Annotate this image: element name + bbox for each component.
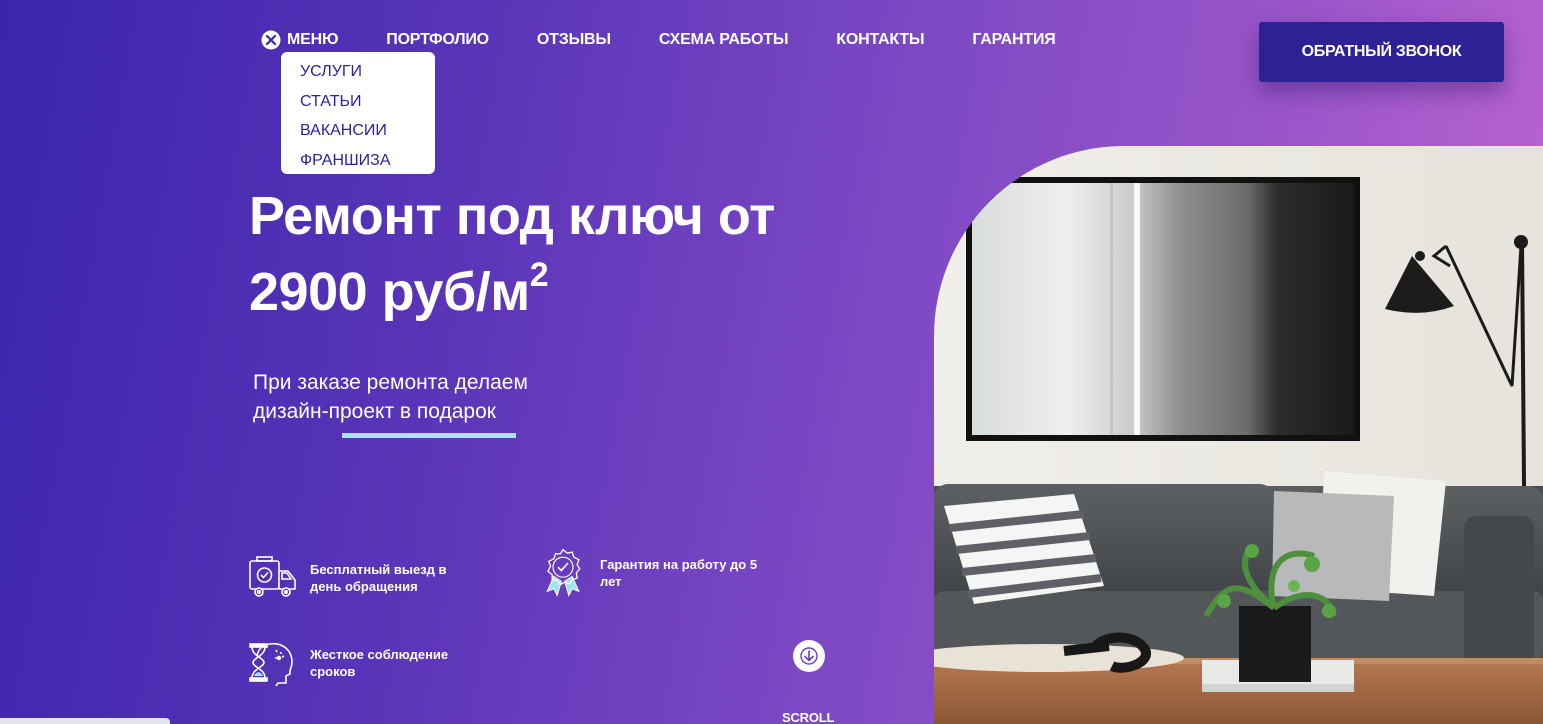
feature-warranty-text: Гарантия на работу до 5 лет xyxy=(600,557,758,589)
warranty-badge-icon xyxy=(546,548,581,597)
nav-link-contacts[interactable]: КОНТАКТЫ xyxy=(836,31,924,49)
callback-button[interactable]: ОБРАТНЫЙ ЗВОНОК xyxy=(1259,22,1504,82)
bottom-bar xyxy=(0,718,170,724)
hero-title-superscript: 2 xyxy=(529,256,549,294)
menu-toggle[interactable]: МЕНЮ xyxy=(261,30,338,50)
hero-title-line2: 2900 руб/м xyxy=(249,262,530,322)
dropdown-item-franchise[interactable]: ФРАНШИЗА xyxy=(300,146,435,176)
scroll-label: SCROLL xyxy=(782,710,835,724)
hero-subtitle: При заказе ремонта делаем дизайн-проект … xyxy=(253,371,528,423)
main-nav: МЕНЮ ПОРТФОЛИО ОТЗЫВЫ СХЕМА РАБОТЫ КОНТА… xyxy=(261,30,1056,50)
subtitle-underline xyxy=(342,433,516,438)
hero-title-line1: Ремонт под ключ от xyxy=(249,186,775,246)
menu-dropdown: УСЛУГИ СТАТЬИ ВАКАНСИИ ФРАНШИЗА xyxy=(281,52,435,174)
hero-photo xyxy=(934,146,1543,724)
feature-deadlines: Жесткое соблюдение сроков xyxy=(248,638,470,688)
dropdown-item-vacancies[interactable]: ВАКАНСИИ xyxy=(300,116,435,146)
hero-title: Ремонт под ключ от 2900 руб/м2 xyxy=(249,178,849,330)
close-icon[interactable] xyxy=(261,30,281,50)
truck-icon xyxy=(249,556,296,597)
scroll-down-button[interactable] xyxy=(793,640,825,672)
feature-deadlines-text: Жесткое соблюдение сроков xyxy=(310,647,449,679)
dropdown-item-services[interactable]: УСЛУГИ xyxy=(300,57,435,87)
feature-free-visit: Бесплатный выезд в день обращения xyxy=(248,553,470,603)
arrow-down-icon xyxy=(800,647,818,665)
nav-menu-label[interactable]: МЕНЮ xyxy=(287,31,338,49)
feature-warranty: Гарантия на работу до 5 лет xyxy=(538,548,760,598)
nav-link-reviews[interactable]: ОТЗЫВЫ xyxy=(537,31,611,49)
dropdown-item-articles[interactable]: СТАТЬИ xyxy=(300,87,435,117)
nav-link-work-scheme[interactable]: СХЕМА РАБОТЫ xyxy=(659,31,789,49)
nav-link-warranty[interactable]: ГАРАНТИЯ xyxy=(972,31,1055,49)
hourglass-head-icon xyxy=(249,642,293,687)
nav-links: ПОРТФОЛИО ОТЗЫВЫ СХЕМА РАБОТЫ КОНТАКТЫ Г… xyxy=(386,31,1055,49)
nav-link-portfolio[interactable]: ПОРТФОЛИО xyxy=(386,31,489,49)
feature-free-visit-text: Бесплатный выезд в день обращения xyxy=(310,562,447,594)
